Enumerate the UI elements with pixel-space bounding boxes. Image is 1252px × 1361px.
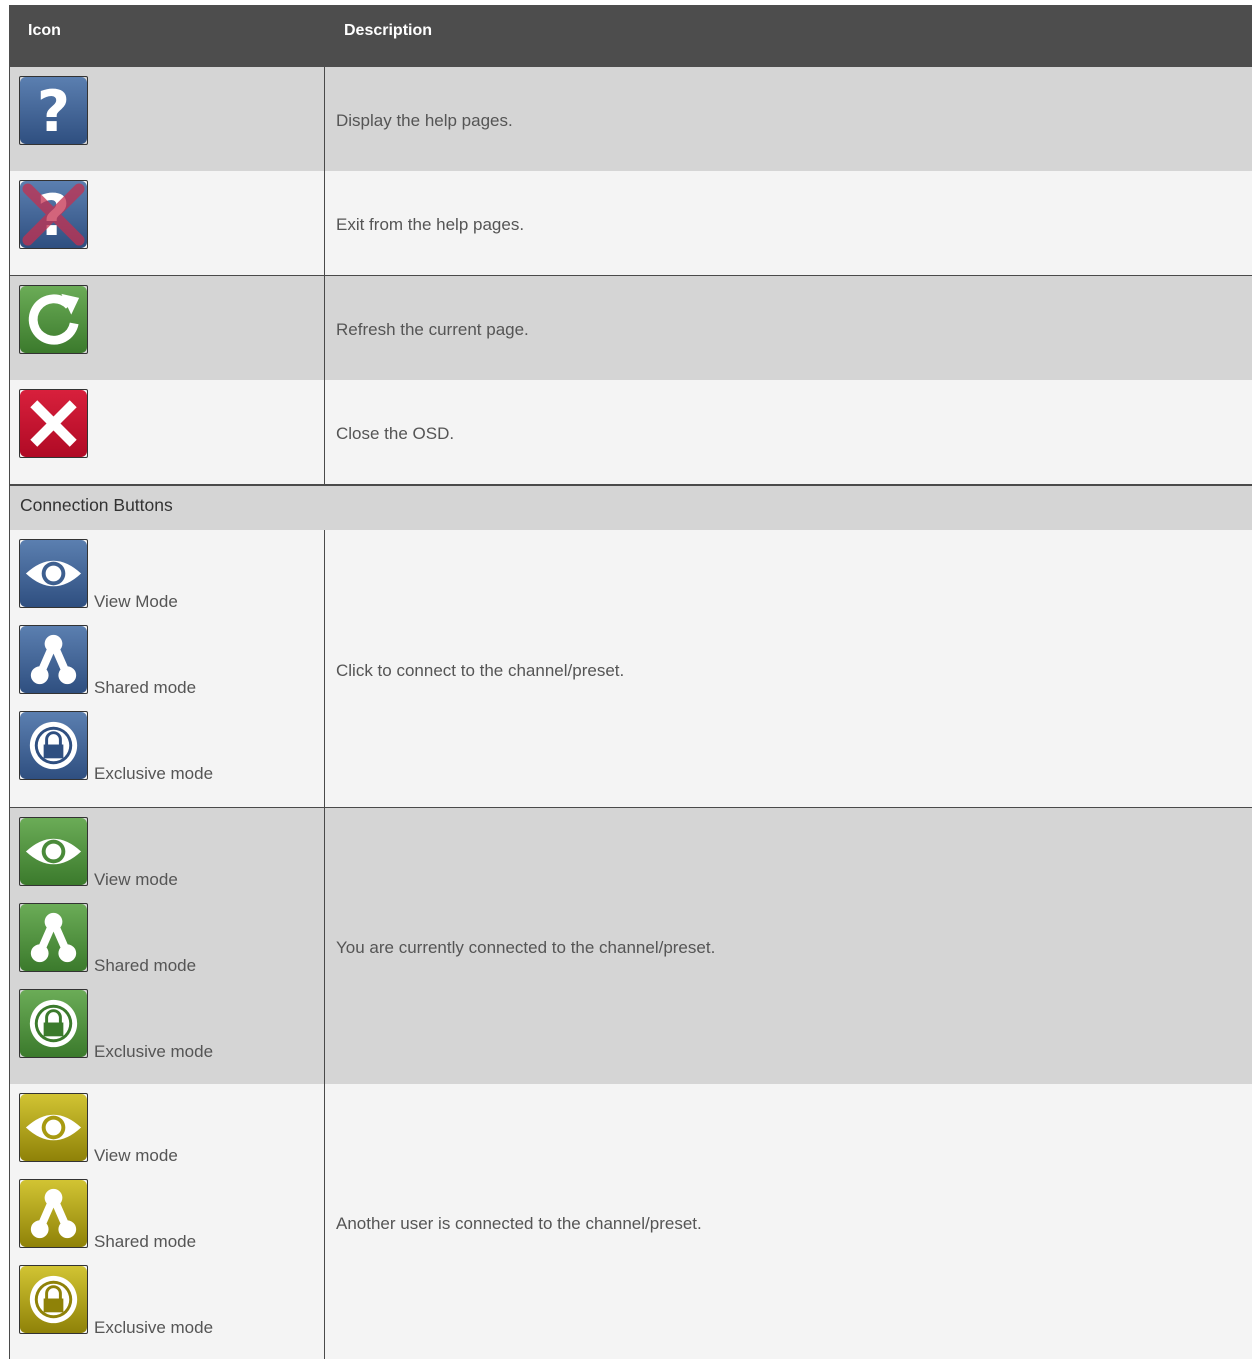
table-row: Refresh the current page. xyxy=(9,275,1252,380)
row-description: Exit from the help pages. xyxy=(336,215,525,234)
icon-table: Icon Description ? Display the help page… xyxy=(9,5,1252,1359)
eye-icon xyxy=(19,539,88,608)
shared-icon xyxy=(19,625,88,694)
shared-icon xyxy=(19,903,88,972)
refresh-icon xyxy=(19,285,88,354)
description-column-header: Description xyxy=(344,22,433,39)
table-row: ? Exit from the help pages. xyxy=(9,171,1252,275)
table-left-border xyxy=(9,67,10,1359)
row-description: Another user is connected to the channel… xyxy=(336,1213,702,1233)
table-row: ? Display the help pages. xyxy=(9,67,1252,171)
row-description: Close the OSD. xyxy=(336,424,455,443)
row-description: Refresh the current page. xyxy=(336,320,529,339)
row-description: Click to connect to the channel/preset. xyxy=(336,660,625,680)
eye-icon xyxy=(19,817,88,886)
section-title: Connection Buttons xyxy=(9,484,1252,530)
mode-label: Exclusive mode xyxy=(94,1318,214,1337)
table-row: View mode Shared mode Exclusive mode Ano… xyxy=(9,1084,1252,1359)
lock-icon xyxy=(19,989,88,1058)
row-description: Display the help pages. xyxy=(336,111,513,130)
exit-help-icon: ? xyxy=(19,180,88,249)
eye-icon xyxy=(19,1093,88,1162)
svg-text:?: ? xyxy=(37,79,70,144)
mode-label: Exclusive mode xyxy=(94,1042,214,1061)
close-icon xyxy=(19,389,88,458)
table-row: Close the OSD. xyxy=(9,380,1252,484)
mode-label: Shared mode xyxy=(94,956,197,975)
lock-icon xyxy=(19,711,88,780)
mode-label: View mode xyxy=(94,1146,178,1165)
row-description: You are currently connected to the chann… xyxy=(336,938,716,957)
shared-icon xyxy=(19,1179,88,1248)
table-row: View mode Shared mode Exclusive mode You… xyxy=(9,807,1252,1084)
help-icon: ? xyxy=(19,76,88,145)
table-row: View Mode Shared mode Exclusive mode Cli… xyxy=(9,530,1252,807)
lock-icon xyxy=(19,1265,88,1334)
mode-label: Shared mode xyxy=(94,678,197,697)
mode-label: View mode xyxy=(94,870,178,889)
mode-label: View Mode xyxy=(94,592,178,611)
mode-label: Shared mode xyxy=(94,1232,197,1251)
mode-label: Exclusive mode xyxy=(94,764,214,783)
table-header: Icon Description xyxy=(9,5,1252,67)
icon-column-header: Icon xyxy=(28,22,61,39)
